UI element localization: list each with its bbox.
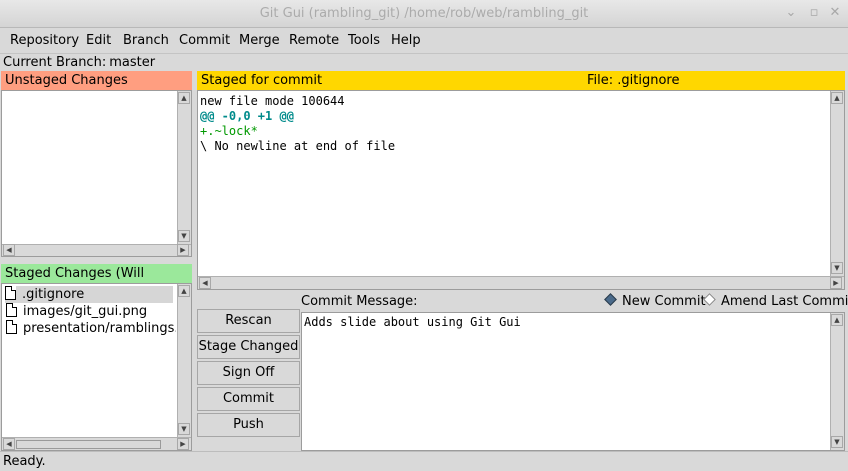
minimize-icon[interactable]: ⌄ xyxy=(784,5,798,21)
current-branch-name: master xyxy=(109,55,156,70)
maximize-icon[interactable]: ▫ xyxy=(807,5,821,21)
file-name: images/git_gui.png xyxy=(23,304,148,319)
status-bar: Ready. xyxy=(0,451,848,471)
hscroll-thumb[interactable] xyxy=(16,440,161,449)
diff-file: File: .gitignore xyxy=(587,71,680,90)
diff-line: @@ -0,0 +1 @@ xyxy=(200,109,294,123)
unstaged-hscrollbar[interactable]: ◀ ▶ xyxy=(2,244,191,256)
diff-text[interactable]: new file mode 100644 @@ -0,0 +1 @@ +.~lo… xyxy=(200,94,828,154)
new-commit-radio[interactable]: New Commit xyxy=(604,293,706,310)
menu-merge[interactable]: Merge xyxy=(237,31,282,51)
diff-header: Staged for commit File: .gitignore xyxy=(197,71,845,90)
scroll-right-arrow-icon[interactable]: ▶ xyxy=(830,277,842,289)
rescan-button[interactable]: Rescan xyxy=(197,309,300,333)
new-commit-label: New Commit xyxy=(622,294,706,309)
menu-bar: Repository Edit Branch Commit Merge Remo… xyxy=(0,28,848,54)
diff-vscrollbar[interactable]: ▲ ▼ xyxy=(830,91,844,276)
commit-message-text[interactable]: Adds slide about using Git Gui xyxy=(304,315,521,330)
menu-commit[interactable]: Commit xyxy=(177,31,232,51)
diff-file-label: File: xyxy=(587,73,614,88)
amend-commit-radio[interactable]: Amend Last Commit xyxy=(703,293,848,310)
diff-status: Staged for commit xyxy=(201,73,323,88)
scroll-left-arrow-icon[interactable]: ◀ xyxy=(199,277,211,289)
diff-line: new file mode 100644 xyxy=(200,94,345,108)
menu-remote[interactable]: Remote xyxy=(287,31,341,51)
staged-changes-header: Staged Changes (Will Commit) xyxy=(1,264,192,300)
commit-message-label: Commit Message: xyxy=(301,294,418,309)
file-icon xyxy=(6,320,17,334)
diff-hscrollbar[interactable]: ◀ ▶ xyxy=(198,276,844,289)
menu-repository[interactable]: Repository xyxy=(8,31,81,51)
commit-button[interactable]: Commit xyxy=(197,387,300,411)
scroll-down-arrow-icon[interactable]: ▼ xyxy=(178,230,190,242)
diff-view[interactable]: new file mode 100644 @@ -0,0 +1 @@ +.~lo… xyxy=(197,90,845,290)
menu-help[interactable]: Help xyxy=(389,31,423,51)
current-branch-label: Current Branch: xyxy=(3,55,107,70)
scroll-up-arrow-icon[interactable]: ▲ xyxy=(831,314,843,326)
unstaged-changes-list[interactable]: ▲ ▼ ◀ ▶ xyxy=(1,90,192,257)
menu-tools[interactable]: Tools xyxy=(346,31,382,51)
unstaged-changes-header: Unstaged Changes xyxy=(1,71,192,90)
file-icon xyxy=(6,303,17,317)
status-text: Ready. xyxy=(3,454,46,469)
title-bar[interactable]: Git Gui (rambling_git) /home/rob/web/ram… xyxy=(0,0,848,28)
diff-line: +.~lock* xyxy=(200,124,258,138)
diff-line: \ No newline at end of file xyxy=(200,139,396,153)
menu-edit[interactable]: Edit xyxy=(84,31,113,51)
unstaged-vscrollbar[interactable]: ▲ ▼ xyxy=(177,91,191,244)
amend-last-commit-label: Amend Last Commit xyxy=(721,294,848,309)
file-name: presentation/ramblings.odp xyxy=(23,321,176,336)
radio-unselected-icon[interactable] xyxy=(703,293,716,306)
radio-selected-icon[interactable] xyxy=(604,293,617,306)
commit-vscrollbar[interactable]: ▲ ▼ xyxy=(830,313,844,450)
staged-vscrollbar[interactable]: ▲ ▼ xyxy=(177,284,191,437)
scroll-up-arrow-icon[interactable]: ▲ xyxy=(178,92,190,104)
scroll-down-arrow-icon[interactable]: ▼ xyxy=(178,423,190,435)
diff-file-name: .gitignore xyxy=(617,73,680,88)
scroll-right-arrow-icon[interactable]: ▶ xyxy=(177,244,189,256)
commit-message-input[interactable]: Adds slide about using Git Gui ▲ ▼ xyxy=(301,312,845,451)
scroll-down-arrow-icon[interactable]: ▼ xyxy=(831,436,843,448)
file-icon xyxy=(5,286,16,300)
scroll-up-arrow-icon[interactable]: ▲ xyxy=(178,285,190,297)
menu-branch[interactable]: Branch xyxy=(121,31,171,51)
list-item[interactable]: .gitignore xyxy=(5,286,173,303)
close-icon[interactable]: ✕ xyxy=(828,5,842,21)
scroll-right-arrow-icon[interactable]: ▶ xyxy=(177,438,189,450)
sign-off-button[interactable]: Sign Off xyxy=(197,361,300,385)
staged-changes-list[interactable]: .gitignore images/git_gui.png presentati… xyxy=(1,283,192,451)
current-branch: Current Branch: master xyxy=(3,55,155,71)
push-button[interactable]: Push xyxy=(197,413,300,437)
list-item[interactable]: presentation/ramblings.odp xyxy=(6,320,176,337)
scroll-up-arrow-icon[interactable]: ▲ xyxy=(831,92,843,104)
file-name: .gitignore xyxy=(22,287,85,302)
scroll-left-arrow-icon[interactable]: ◀ xyxy=(3,438,15,450)
scroll-down-arrow-icon[interactable]: ▼ xyxy=(831,262,843,274)
stage-changed-button[interactable]: Stage Changed xyxy=(197,335,300,359)
window-title: Git Gui (rambling_git) /home/rob/web/ram… xyxy=(259,6,589,21)
list-item[interactable]: images/git_gui.png xyxy=(6,303,147,320)
scroll-left-arrow-icon[interactable]: ◀ xyxy=(3,244,15,256)
staged-hscrollbar[interactable]: ◀ ▶ xyxy=(2,437,191,450)
